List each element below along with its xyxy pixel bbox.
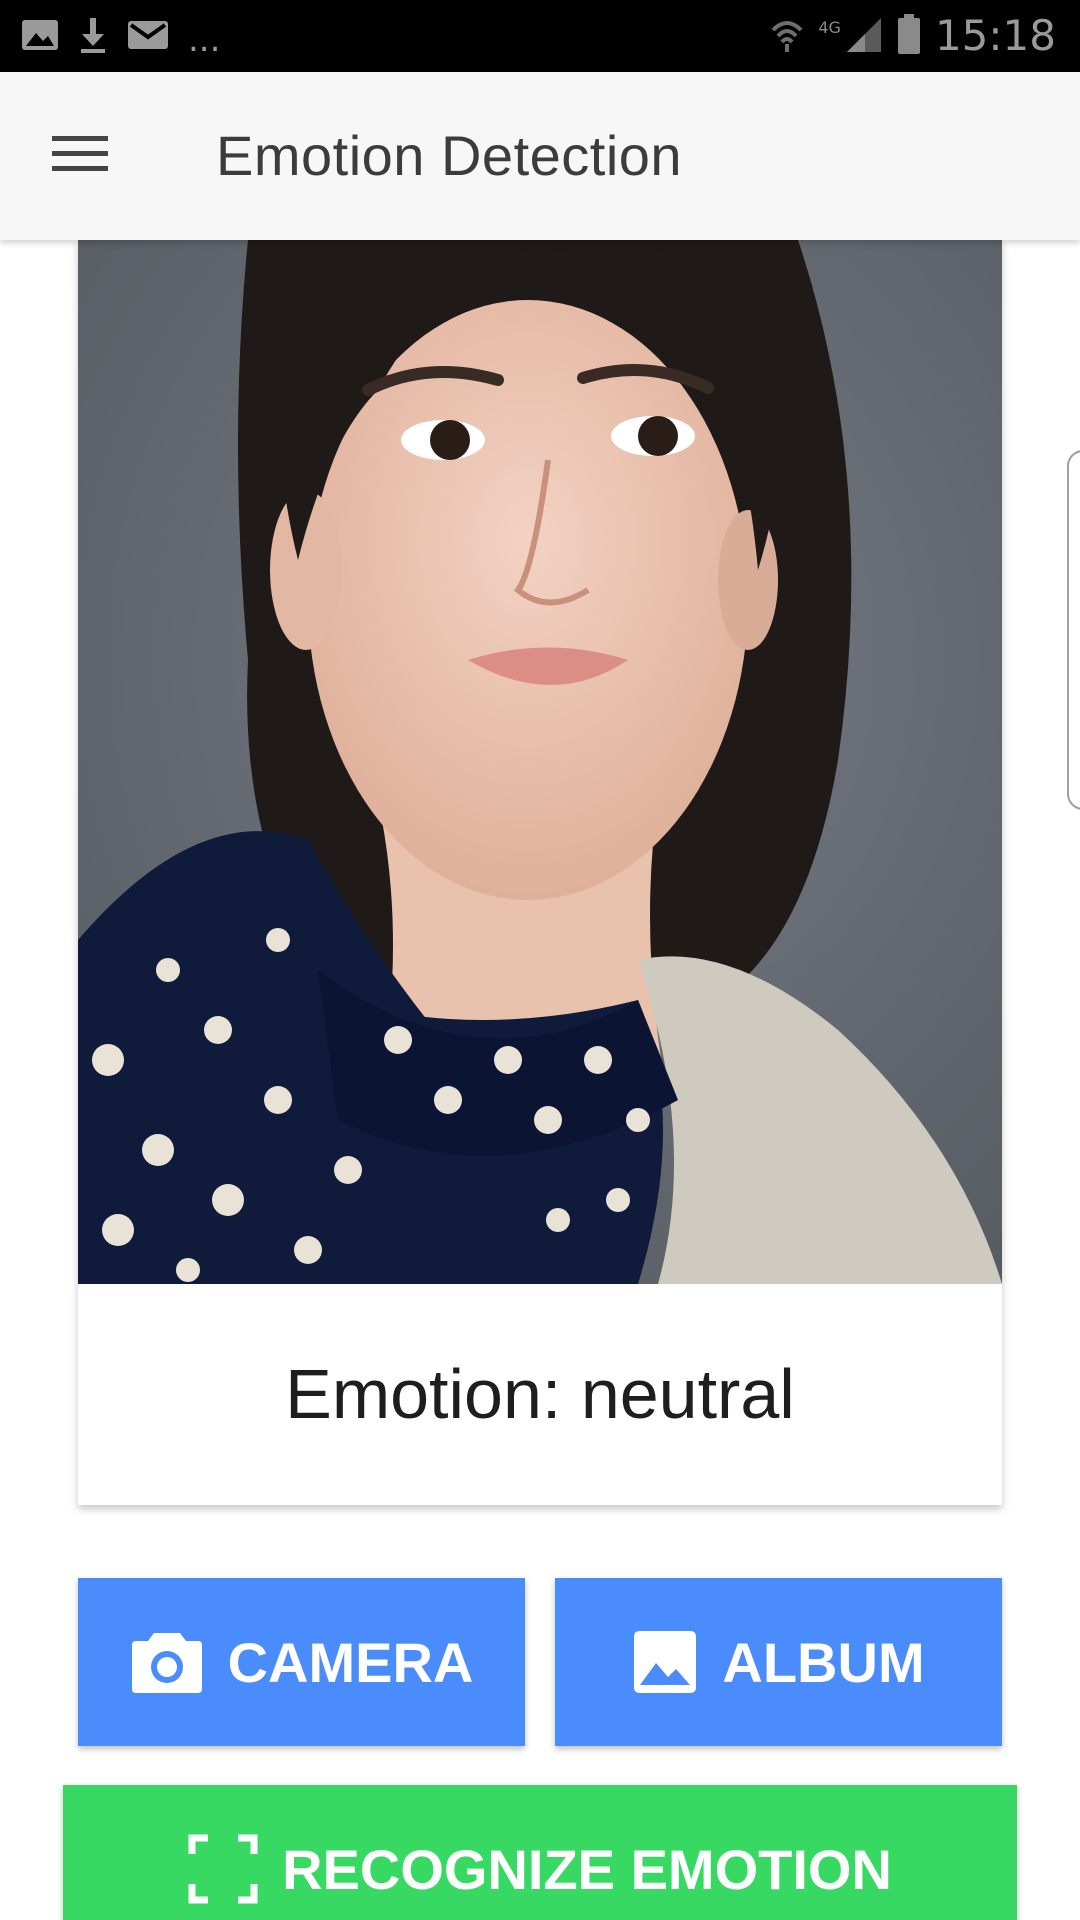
camera-icon bbox=[130, 1629, 204, 1695]
image-icon bbox=[20, 17, 60, 58]
status-notifications: ... bbox=[20, 16, 220, 59]
status-bar: ... 4G 15:18 bbox=[0, 0, 1080, 72]
album-button[interactable]: ALBUM bbox=[555, 1578, 1002, 1746]
recognize-emotion-button-label: RECOGNIZE EMOTION bbox=[282, 1837, 892, 1901]
album-button-label: ALBUM bbox=[722, 1630, 925, 1694]
network-type-label: 4G bbox=[818, 17, 841, 37]
image-icon bbox=[632, 1629, 698, 1695]
camera-button[interactable]: CAMERA bbox=[78, 1578, 525, 1746]
status-system: 4G 15:18 bbox=[770, 10, 1056, 62]
signal-icon bbox=[845, 14, 883, 59]
clock: 15:18 bbox=[934, 11, 1056, 60]
emotion-result-text: Emotion: neutral bbox=[285, 1355, 795, 1433]
mail-icon bbox=[126, 17, 170, 58]
emotion-detection-screen: ... 4G 15:18 Emotion Detection Emotion: … bbox=[0, 0, 1080, 1920]
app-bar: Emotion Detection bbox=[0, 72, 1080, 240]
battery-icon bbox=[897, 12, 921, 61]
wifi-icon bbox=[770, 14, 804, 59]
edge-panel-handle[interactable] bbox=[1067, 450, 1080, 810]
camera-button-label: CAMERA bbox=[227, 1630, 474, 1694]
menu-button[interactable] bbox=[52, 118, 140, 194]
more-notifications-indicator: ... bbox=[188, 19, 221, 60]
download-icon bbox=[78, 16, 108, 59]
portrait-photo bbox=[78, 240, 1002, 1284]
scan-frame-icon bbox=[188, 1834, 258, 1904]
result-card: Emotion: neutral bbox=[78, 240, 1002, 1505]
menu-icon bbox=[52, 134, 108, 179]
recognize-emotion-button[interactable]: RECOGNIZE EMOTION bbox=[63, 1785, 1017, 1920]
page-title: Emotion Detection bbox=[216, 124, 683, 187]
